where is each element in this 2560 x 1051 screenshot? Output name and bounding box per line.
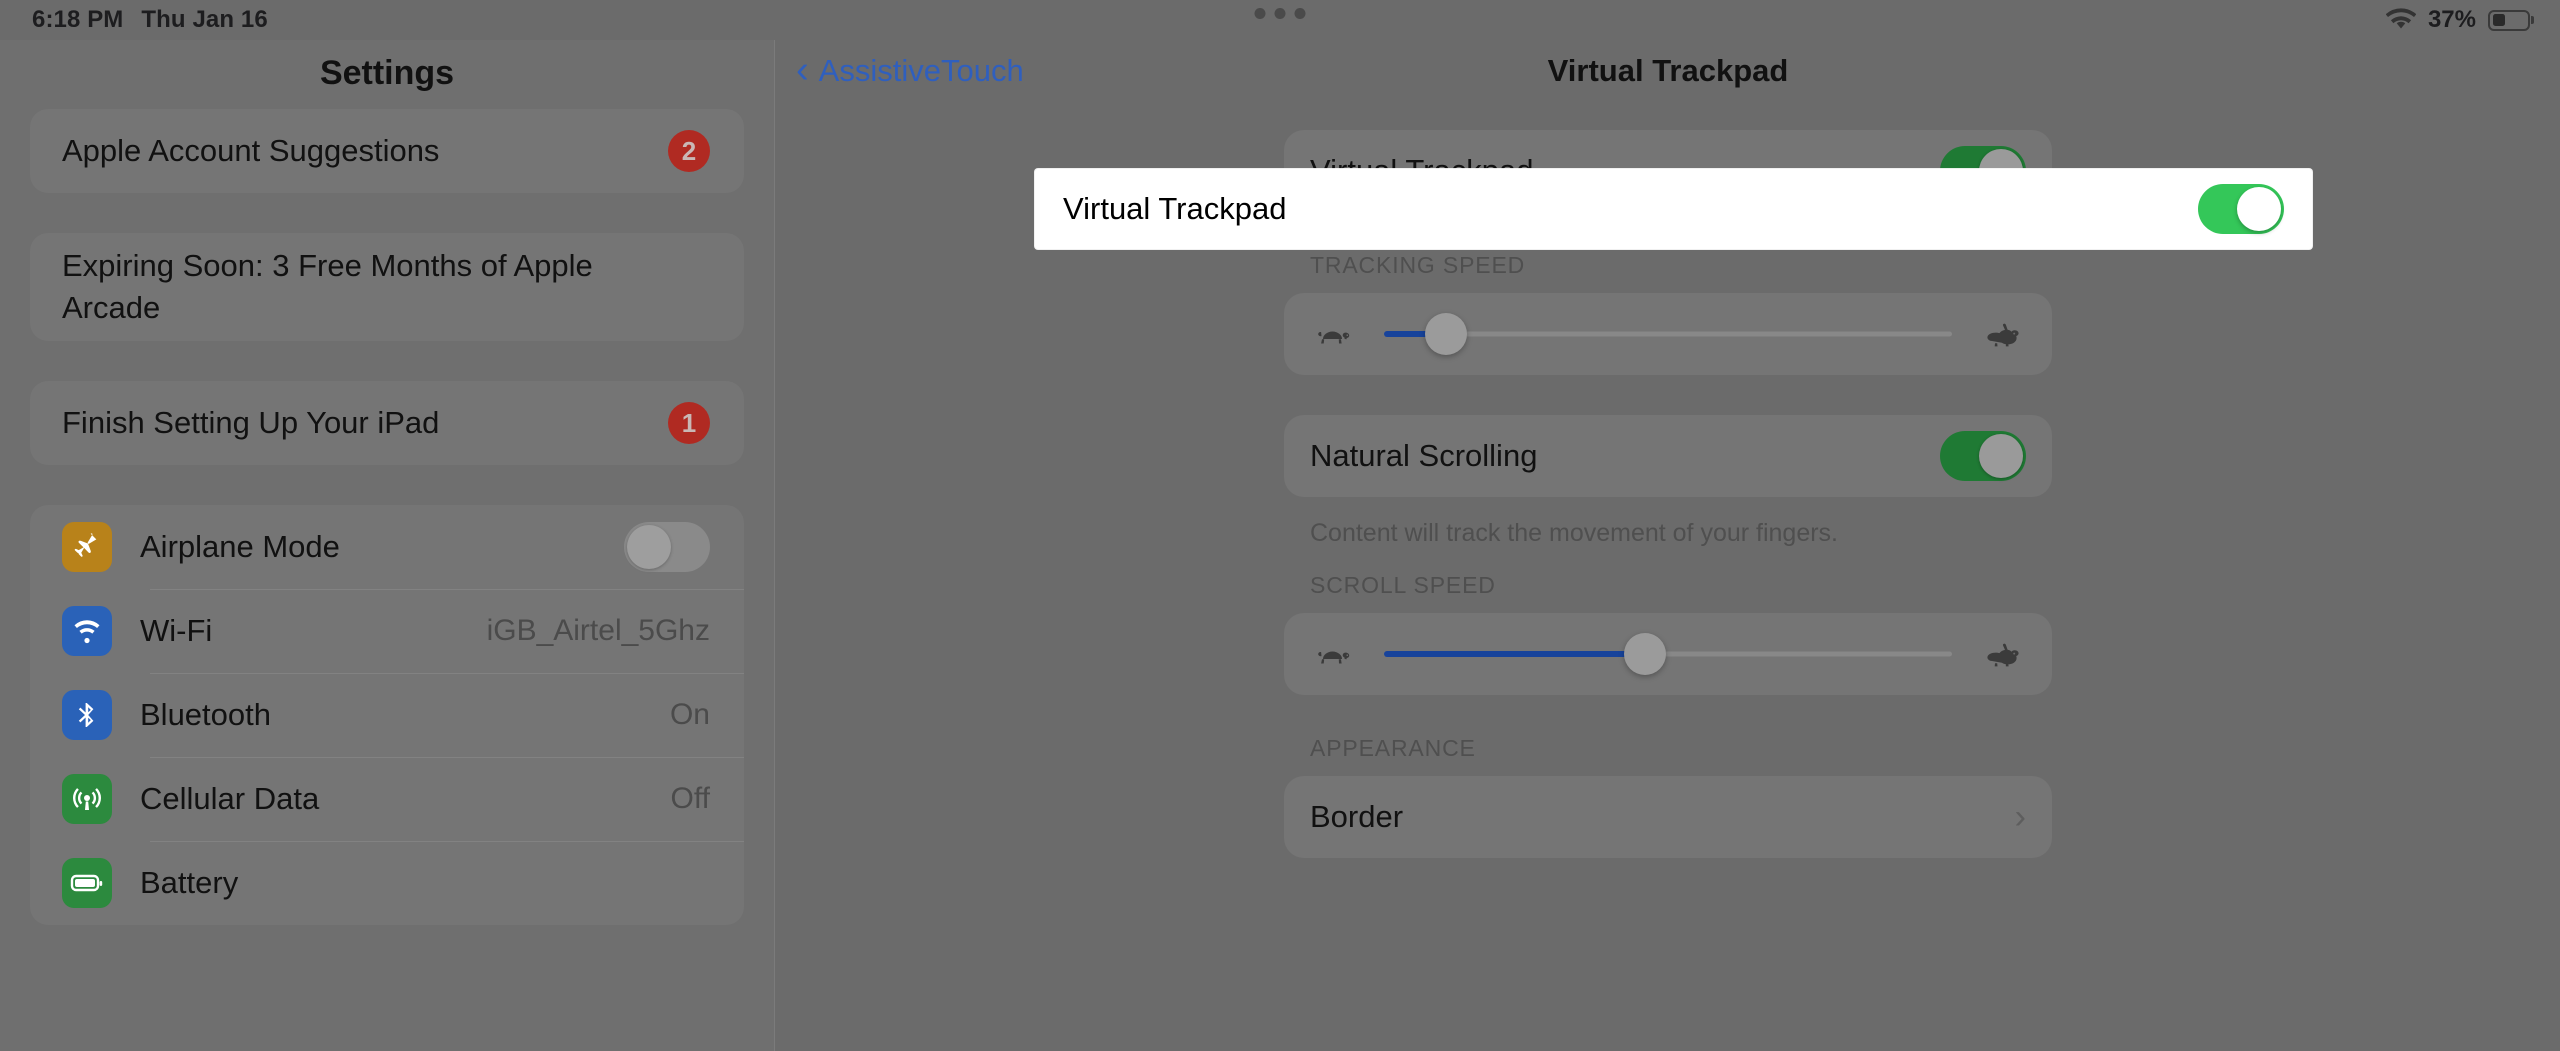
chevron-right-icon: › (2014, 798, 2026, 836)
detail-nav-bar: ‹ AssistiveTouch Virtual Trackpad (776, 40, 2560, 102)
battery-fill (2492, 14, 2505, 26)
sidebar-item-label: Cellular Data (140, 781, 320, 817)
battery-icon (62, 858, 112, 908)
sidebar-item-value: iGB_Airtel_5Ghz (486, 614, 710, 647)
status-bar-right: 37% (2385, 6, 2530, 34)
dot-2 (1274, 8, 1286, 19)
wifi-icon (2385, 8, 2417, 32)
cellular-icon (62, 774, 112, 824)
sidebar-item-label: Battery (140, 865, 239, 901)
sidebar-item-label: Expiring Soon: 3 Free Months of Apple Ar… (62, 248, 593, 325)
hare-icon (1978, 634, 2026, 674)
slider-thumb[interactable] (1624, 633, 1667, 675)
highlighted-virtual-trackpad-row[interactable]: Virtual Trackpad (1035, 169, 2312, 249)
scroll-speed-header: SCROLL SPEED (1310, 572, 1496, 598)
airplane-icon (62, 522, 112, 572)
sidebar-item-value: On (669, 698, 710, 731)
sidebar-title: Settings (319, 54, 455, 92)
sidebar-item-finish-setting-up-ipad[interactable]: Finish Setting Up Your iPad 1 (30, 381, 744, 465)
battery-percent-label: 37% (2427, 6, 2476, 33)
ipad-settings-screen: 6:18 PM Thu Jan 16 37% Settings Apple Ac… (0, 0, 2560, 1051)
sidebar-item-apple-arcade-promo[interactable]: Expiring Soon: 3 Free Months of Apple Ar… (30, 233, 744, 341)
tracking-speed-header: TRACKING SPEED (1310, 252, 1526, 278)
status-bar-left: 6:18 PM Thu Jan 16 (32, 6, 268, 34)
sidebar-item-cellular-data[interactable]: Cellular Data Off (30, 757, 744, 841)
status-badge: 2 (668, 130, 710, 172)
sidebar-item-apple-account-suggestions[interactable]: Apple Account Suggestions 2 (30, 109, 744, 193)
sidebar-item-wifi[interactable]: Wi-Fi iGB_Airtel_5Ghz (30, 589, 744, 673)
airplane-mode-toggle[interactable] (624, 522, 710, 572)
settings-sidebar[interactable]: Settings Apple Account Suggestions 2 Exp… (0, 40, 775, 1051)
status-badge: 1 (668, 402, 710, 444)
sidebar-group-suggestions: Apple Account Suggestions 2 (30, 109, 744, 193)
natural-scrolling-card: Natural Scrolling (1284, 415, 2052, 497)
dot-1 (1254, 8, 1266, 19)
border-label: Border (1310, 799, 1404, 834)
status-time: 6:18 PM (32, 6, 124, 33)
highlighted-row-label: Virtual Trackpad (1063, 191, 1287, 226)
appearance-row-border[interactable]: Border › (1284, 776, 2052, 858)
toggle-knob (1979, 434, 2023, 478)
sidebar-item-bluetooth[interactable]: Bluetooth On (30, 673, 744, 757)
chevron-left-icon: ‹ (796, 48, 809, 91)
back-button-label: AssistiveTouch (818, 53, 1024, 88)
status-bar: 6:18 PM Thu Jan 16 37% (0, 0, 2560, 40)
tracking-speed-card (1284, 293, 2052, 375)
natural-scrolling-footer: Content will track the movement of your … (1310, 519, 1839, 547)
appearance-card: Border › (1284, 776, 2052, 858)
page-title: Virtual Trackpad (1547, 53, 1789, 88)
back-button-assistivetouch[interactable]: ‹ AssistiveTouch (796, 48, 1024, 91)
natural-scrolling-row[interactable]: Natural Scrolling (1284, 415, 2052, 497)
sidebar-item-battery[interactable]: Battery (30, 841, 744, 925)
tracking-speed-slider[interactable] (1384, 313, 1952, 355)
bluetooth-icon (62, 690, 112, 740)
appearance-header: APPEARANCE (1310, 735, 1476, 761)
scroll-speed-card (1284, 613, 2052, 695)
wifi-icon (62, 606, 112, 656)
slider-track (1384, 331, 1952, 337)
highlighted-virtual-trackpad-toggle[interactable] (2198, 184, 2284, 234)
sidebar-item-label: Finish Setting Up Your iPad (62, 405, 440, 441)
sidebar-item-value: Off (670, 782, 710, 815)
tortoise-icon (1310, 634, 1358, 674)
sidebar-group-connectivity: Airplane Mode Wi-Fi iGB_Airtel_5Ghz Blue… (30, 505, 744, 925)
scroll-speed-slider-row[interactable] (1284, 613, 2052, 695)
natural-scrolling-label: Natural Scrolling (1310, 438, 1538, 473)
natural-scrolling-toggle[interactable] (1940, 431, 2026, 481)
tortoise-icon (1310, 314, 1358, 354)
scroll-speed-slider[interactable] (1384, 633, 1952, 675)
dot-3 (1294, 8, 1306, 19)
slider-track-fill (1384, 651, 1646, 657)
sidebar-item-airplane-mode[interactable]: Airplane Mode (30, 505, 744, 589)
toggle-knob (627, 525, 671, 569)
sidebar-item-label: Apple Account Suggestions (62, 133, 440, 169)
sidebar-group-finish-setup: Finish Setting Up Your iPad 1 (30, 381, 744, 465)
sidebar-group-arcade-promo: Expiring Soon: 3 Free Months of Apple Ar… (30, 233, 744, 341)
slider-thumb[interactable] (1425, 313, 1468, 355)
sidebar-item-label: Bluetooth (140, 697, 271, 733)
toggle-knob (2237, 187, 2281, 231)
multitasking-dots-icon[interactable] (1254, 8, 1306, 19)
status-date: Thu Jan 16 (141, 6, 268, 33)
sidebar-item-label: Wi-Fi (140, 613, 213, 649)
tracking-speed-slider-row[interactable] (1284, 293, 2052, 375)
sidebar-item-label: Airplane Mode (140, 529, 340, 565)
battery-icon (2488, 9, 2530, 31)
hare-icon (1978, 314, 2026, 354)
